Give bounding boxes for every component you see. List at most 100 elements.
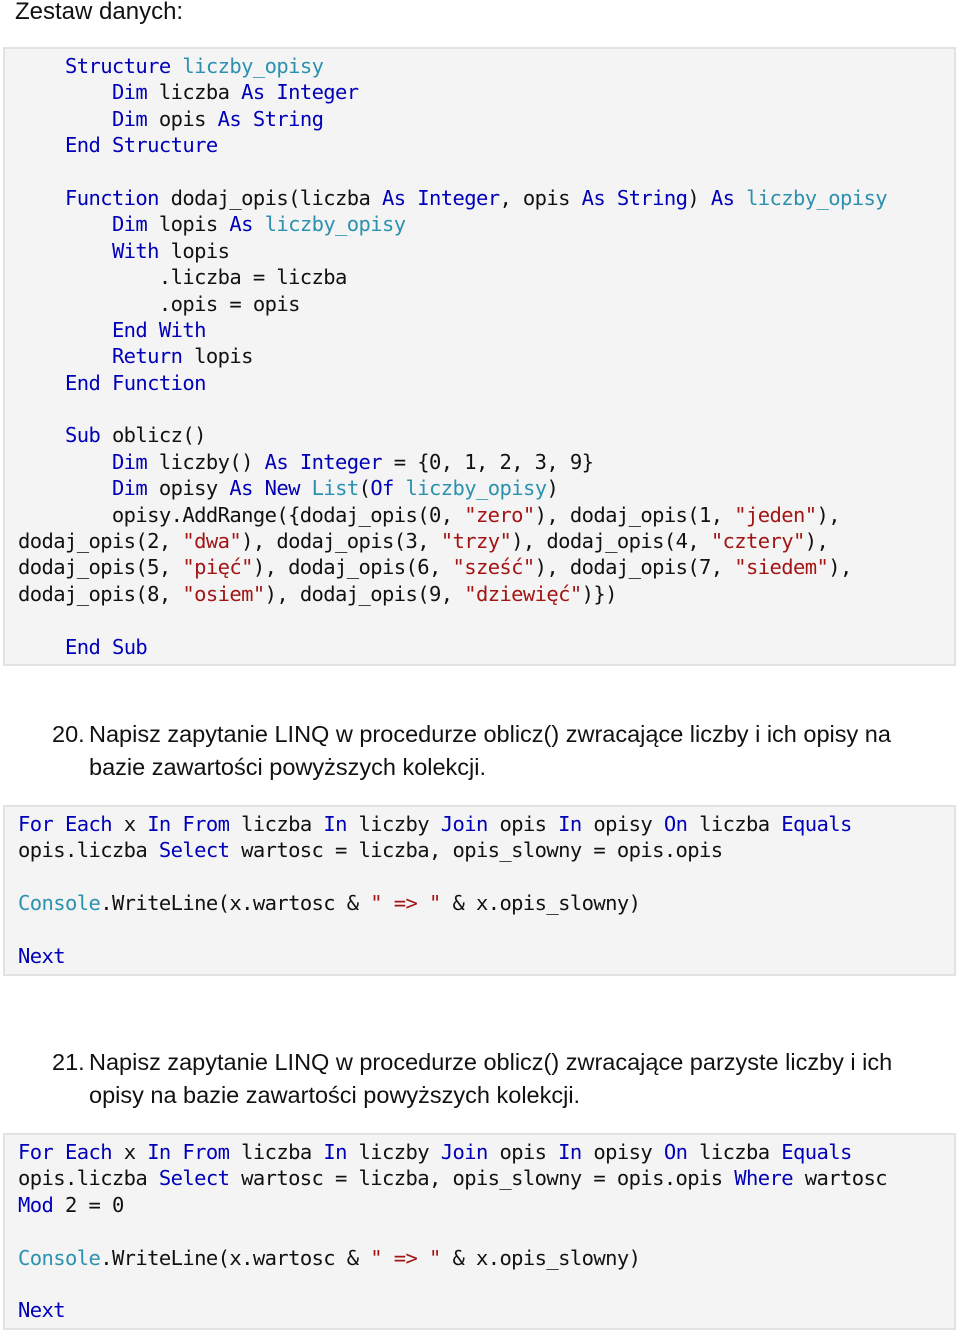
code-line: Next <box>18 943 954 969</box>
keyword-token: Integer <box>417 185 500 210</box>
code-text: liczby <box>346 812 441 836</box>
task-number: 21. <box>52 1049 85 1075</box>
keyword-token: Function <box>64 185 160 210</box>
code-text: liczby() <box>147 449 265 474</box>
type-token: liczby_opisy <box>746 185 888 210</box>
string-token: " => " <box>370 891 441 916</box>
code-text: liczby <box>346 1140 441 1164</box>
task-number: 20. <box>52 721 85 747</box>
code-text: opisy.AddRange({dodaj_opis(0, <box>18 502 465 527</box>
code-text: ), <box>828 555 852 580</box>
type-token: liczby_opisy <box>405 476 548 501</box>
code-line: End Sub <box>18 634 954 660</box>
code-line: End With <box>18 317 954 343</box>
code-text: liczba <box>147 80 242 105</box>
code-line: Dim opis As String <box>18 106 954 132</box>
code-text: opisy <box>147 476 230 501</box>
keyword-token: Dim <box>111 80 148 105</box>
string-token: "zero" <box>464 502 535 527</box>
code-text: opisy <box>581 812 664 836</box>
code-text: 2 = 0 <box>53 1192 124 1217</box>
code-line: For Each x In From liczba In liczby Join… <box>18 1139 954 1165</box>
code-line: Console.WriteLine(x.wartosc & " => " & x… <box>18 890 954 916</box>
keyword-token: For <box>18 812 54 836</box>
keyword-token: End <box>64 634 101 659</box>
code-line: Return lopis <box>18 343 954 369</box>
code-lines: For Each x In From liczba In liczby Join… <box>18 811 954 969</box>
task-text: Napisz zapytanie LINQ w procedurze oblic… <box>89 1049 893 1108</box>
string-token: "siedem" <box>734 555 829 580</box>
type-token: Console <box>18 1245 101 1270</box>
code-text: liczba <box>229 1140 324 1164</box>
keyword-token: String <box>616 185 688 210</box>
code-text: .WriteLine(x.wartosc & <box>100 1245 371 1270</box>
code-text: ), <box>804 529 829 554</box>
keyword-token: Equals <box>781 812 852 836</box>
keyword-token: As <box>264 449 289 474</box>
keyword-token: Equals <box>781 1140 852 1164</box>
code-text: .WriteLine(x.wartosc & <box>100 891 371 916</box>
keyword-token: In <box>323 812 347 836</box>
dataset-code-block: Structure liczby_opisy Dim liczba As Int… <box>3 47 956 666</box>
code-line: With lopis <box>18 238 954 264</box>
keyword-token: On <box>663 812 688 836</box>
code-text: ) <box>687 185 711 210</box>
keyword-token: With <box>111 238 160 263</box>
code-text: & x.opis_slowny) <box>440 891 641 916</box>
code-text: = {0, 1, 2, 3, 9} <box>382 449 594 474</box>
keyword-token: Each <box>64 812 113 836</box>
keyword-token: Sub <box>111 634 148 659</box>
string-token: "jeden" <box>734 502 817 527</box>
code-text: opis.liczba <box>18 838 159 863</box>
code-text: ( <box>358 476 371 501</box>
code-text: dodaj_opis(5, <box>18 555 183 580</box>
keyword-token: From <box>182 812 230 836</box>
keyword-token: As <box>229 476 253 501</box>
code-text: x <box>111 812 148 836</box>
code-line: opis.liczba Select wartosc = liczba, opi… <box>18 837 954 863</box>
code-text: liczba <box>229 812 324 836</box>
keyword-token: Structure <box>64 54 171 78</box>
code-text: ) <box>546 476 559 501</box>
type-token: liczby_opisy <box>182 54 324 78</box>
keyword-token: Dim <box>111 212 148 237</box>
keyword-token: New <box>264 476 301 501</box>
section-heading: Zestaw danych: <box>15 0 184 25</box>
code-line: Dim opisy As New List(Of liczby_opisy) <box>18 475 954 501</box>
code-text: lopis <box>147 212 230 237</box>
string-token: "cztery" <box>710 529 806 554</box>
keyword-token: Dim <box>111 476 148 501</box>
code-lines: For Each x In From liczba In liczby Join… <box>18 1139 954 1324</box>
code-text: liczba <box>687 812 782 836</box>
keyword-token: Return <box>111 344 183 369</box>
code-line: .opis = opis <box>18 291 954 317</box>
code-text: opis <box>147 106 218 131</box>
code-line: Dim liczba As Integer <box>18 79 954 105</box>
keyword-token: Select <box>158 1166 230 1191</box>
code-text: ), dodaj_opis(4, <box>511 529 711 554</box>
code-line: End Function <box>18 370 954 396</box>
